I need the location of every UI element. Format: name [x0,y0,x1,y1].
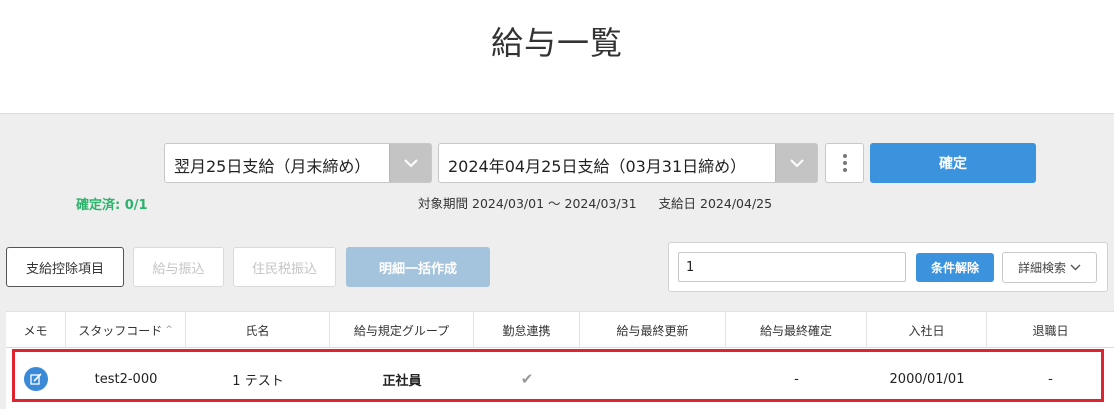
payday-label: 支給日 [658,196,697,211]
hire-date-cell: 2000/01/01 [889,371,965,387]
kebab-dot-icon [842,161,847,165]
name-cell: 1 テスト [232,373,284,389]
retire-date-cell: - [1048,371,1053,387]
payday-date: 2024/04/25 [700,196,773,211]
confirm-button[interactable]: 確定 [870,143,1036,183]
column-header-staff-code[interactable]: スタッフコード ^ [66,312,186,348]
chevron-down-icon[interactable] [389,144,431,182]
chevron-down-icon [1070,264,1081,271]
column-header-retire-date[interactable]: 退職日 [987,312,1114,348]
payday-value: 2024年04月25日支給（03月31日締め） [448,157,747,176]
search-input[interactable] [678,252,906,282]
resident-tax-transfer-button[interactable]: 住民税振込 [233,247,336,287]
kebab-dot-icon [842,168,847,172]
memo-edit-icon[interactable] [24,367,48,391]
payday-select[interactable]: 2024年04月25日支給（03月31日締め） [438,143,818,183]
column-header-last-confirm[interactable]: 給与最終確定 [726,312,867,348]
kebab-dot-icon [842,154,847,158]
confirmed-count: 確定済: 0/1 [76,198,148,213]
pay-cycle-value: 翌月25日支給（月末締め） [174,157,371,176]
column-header-group[interactable]: 給与規定グループ [330,312,474,348]
payroll-table: メモ スタッフコード ^ 氏名 給与規定グループ 勤怠連携 給与最終更新 給与最終… [6,311,1114,409]
filter-panel: 条件解除 詳細検索 [668,242,1108,292]
deduction-items-button[interactable]: 支給控除項目 [6,247,124,287]
column-header-last-update[interactable]: 給与最終更新 [580,312,726,348]
advanced-search-button[interactable]: 詳細検索 [1002,252,1097,283]
chevron-down-icon[interactable] [775,144,817,182]
pay-cycle-select[interactable]: 翌月25日支給（月末締め） [164,143,432,183]
sort-asc-icon: ^ [165,325,173,335]
advanced-search-label: 詳細検索 [1017,261,1066,275]
bulk-create-statements-button[interactable]: 明細一括作成 [346,247,490,287]
column-header-attendance[interactable]: 勤怠連携 [474,312,580,348]
column-header-name[interactable]: 氏名 [186,312,330,348]
attendance-cell: ✔ [474,350,580,408]
period-label: 対象期間 [418,196,469,211]
group-cell: 正社員 [382,373,422,389]
clear-conditions-button[interactable]: 条件解除 [916,253,994,282]
period-info: 対象期間 2024/03/01 ～ 2024/03/31 支給日 2024/04… [418,193,772,212]
page-title: 給与一覧 [490,24,623,62]
check-icon: ✔ [520,370,534,388]
staff-code-cell: test2-000 [94,371,158,387]
table-row[interactable]: test2-000 1 テスト 正社員 ✔ - 2000/01/01 - [6,350,1114,408]
last-update-cell [580,350,726,408]
more-options-button[interactable] [825,143,864,183]
column-header-hire-date[interactable]: 入社日 [867,312,987,348]
column-header-staff-code-label: スタッフコード [78,323,163,338]
memo-cell [6,350,66,408]
page-header: 給与一覧 [0,0,1114,114]
last-confirm-cell: - [794,371,799,387]
table-header: メモ スタッフコード ^ 氏名 給与規定グループ 勤怠連携 給与最終更新 給与最終… [6,311,1114,348]
column-header-memo[interactable]: メモ [6,312,66,348]
salary-transfer-button[interactable]: 給与振込 [133,247,224,287]
period-range: 2024/03/01 ～ 2024/03/31 [472,196,637,211]
